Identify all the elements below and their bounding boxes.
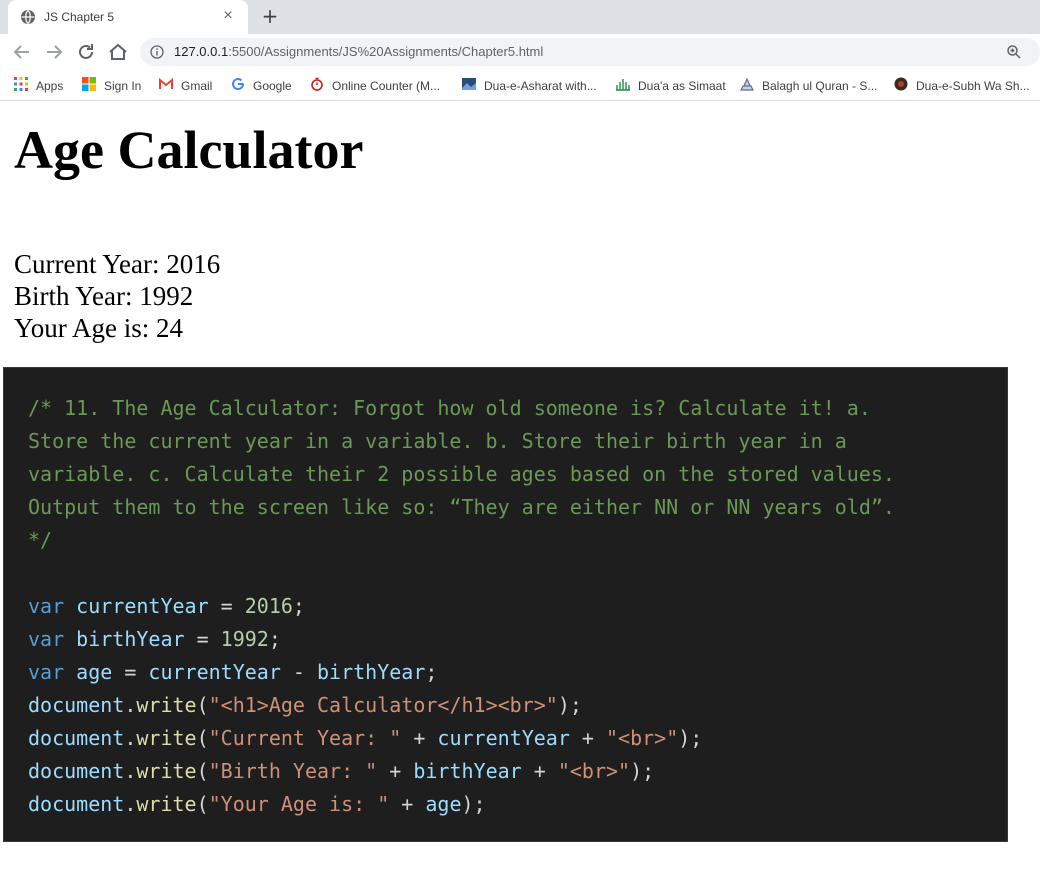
- page-title: Age Calculator: [14, 120, 364, 180]
- browser-tab[interactable]: JS Chapter 5 ×: [8, 0, 248, 34]
- bookmark-gmail[interactable]: Gmail: [159, 77, 212, 93]
- address-bar[interactable]: 127.0.0.1:5500/Assignments/JS%20Assignme…: [140, 38, 1040, 66]
- bookmark-dua-e-subh[interactable]: Dua-e-Subh Wa Sh...: [894, 77, 1030, 93]
- bookmark-google[interactable]: Google: [231, 77, 292, 93]
- number: 2016: [244, 594, 293, 618]
- keyword: var: [28, 627, 65, 651]
- code-line: document.write("<h1>Age Calculator</h1><…: [28, 693, 582, 717]
- bookmark-sign-in[interactable]: Sign In: [82, 77, 141, 93]
- apps-grid-icon: [14, 77, 28, 91]
- birth-year-line: Birth Year: 1992: [14, 281, 194, 311]
- string-literal: "<h1>Age Calculator</h1><br>": [208, 693, 558, 717]
- close-tab-icon[interactable]: ×: [218, 6, 238, 26]
- identifier: document: [28, 693, 125, 717]
- url-text[interactable]: 127.0.0.1:5500/Assignments/JS%20Assignme…: [174, 44, 543, 59]
- url-path: :5500/Assignments/JS%20Assignments/Chapt…: [228, 44, 544, 59]
- reload-icon[interactable]: [74, 40, 98, 64]
- page-content: Age Calculator Current Year: 2016 Birth …: [0, 101, 1040, 870]
- identifier: birthYear: [76, 627, 185, 651]
- url-host: 127.0.0.1: [174, 44, 229, 59]
- identifier: age: [76, 660, 113, 684]
- code-line: var age = currentYear - birthYear;: [28, 660, 438, 684]
- bookmark-label: Online Counter (M...: [332, 78, 441, 93]
- code-comment-line: Store the current year in a variable. b.…: [28, 429, 847, 453]
- current-year-line: Current Year: 2016: [14, 249, 221, 279]
- bookmark-image-icon: [894, 77, 908, 91]
- identifier: age: [425, 792, 462, 816]
- bookmark-dua-e-asharat[interactable]: Dua-e-Asharat with...: [462, 77, 597, 93]
- code-line: document.write("Your Age is: " + age);: [28, 792, 486, 816]
- string-literal: "<br>": [606, 726, 679, 750]
- bookmark-label: Gmail: [181, 78, 213, 93]
- code-comment-line: variable. c. Calculate their 2 possible …: [28, 462, 895, 486]
- function-name: write: [136, 759, 197, 783]
- bookmark-balagh-ul-quran[interactable]: Balagh ul Quran - S...: [740, 77, 877, 93]
- function-name: write: [136, 726, 197, 750]
- zoom-icon[interactable]: [1006, 44, 1022, 60]
- bookmark-label: Sign In: [104, 78, 142, 93]
- age-line: Your Age is: 24: [14, 313, 184, 343]
- new-tab-button[interactable]: +: [258, 5, 282, 29]
- back-arrow-icon[interactable]: [10, 40, 34, 64]
- home-icon[interactable]: [106, 40, 130, 64]
- keyword: var: [28, 594, 65, 618]
- forward-arrow-icon[interactable]: [42, 40, 66, 64]
- code-line: var birthYear = 1992;: [28, 627, 281, 651]
- identifier: currentYear: [148, 660, 281, 684]
- string-literal: "Current Year: ": [208, 726, 402, 750]
- tab-strip: JS Chapter 5 × +: [0, 0, 1040, 34]
- keyword: var: [28, 660, 65, 684]
- bookmark-label: Dua'a as Simaat: [638, 78, 726, 93]
- function-name: write: [136, 792, 197, 816]
- google-icon: [232, 78, 245, 91]
- globe-icon: [21, 10, 35, 24]
- bookmark-label: Apps: [36, 78, 64, 93]
- identifier: birthYear: [317, 660, 426, 684]
- microsoft-icon: [82, 77, 96, 91]
- identifier: document: [28, 792, 125, 816]
- bookmark-image-icon: [740, 77, 754, 91]
- bookmark-label: Dua-e-Asharat with...: [484, 78, 597, 93]
- tab-title: JS Chapter 5: [44, 10, 115, 24]
- info-icon[interactable]: [150, 45, 164, 59]
- identifier: currentYear: [76, 594, 209, 618]
- gmail-icon: [159, 77, 173, 89]
- identifier: currentYear: [437, 726, 570, 750]
- identifier: birthYear: [413, 759, 522, 783]
- bookmark-apps[interactable]: Apps: [14, 77, 63, 93]
- bookmark-label: Google: [253, 78, 292, 93]
- function-name: write: [136, 693, 197, 717]
- counter-icon: [311, 77, 323, 91]
- bookmark-label: Balagh ul Quran - S...: [762, 78, 878, 93]
- code-line: document.write("Current Year: " + curren…: [28, 726, 703, 750]
- bookmark-online-counter[interactable]: Online Counter (M...: [310, 77, 440, 93]
- code-block: /* 11. The Age Calculator: Forgot how ol…: [28, 392, 895, 821]
- number: 1992: [220, 627, 269, 651]
- code-comment-line: */: [28, 528, 53, 552]
- identifier: document: [28, 726, 125, 750]
- bookmark-image-icon: [616, 79, 630, 91]
- string-literal: "<br>": [557, 759, 631, 783]
- bookmark-duaa-as-simaat[interactable]: Dua'a as Simaat: [616, 77, 726, 93]
- code-snippet: /* 11. The Age Calculator: Forgot how ol…: [3, 367, 1008, 842]
- code-line: var currentYear = 2016;: [28, 594, 305, 618]
- browser-toolbar: 127.0.0.1:5500/Assignments/JS%20Assignme…: [0, 34, 1040, 70]
- bookmark-label: Dua-e-Subh Wa Sh...: [916, 78, 1030, 93]
- bookmarks-bar: Apps Sign In Gmail Google Online Counter…: [0, 70, 1040, 101]
- string-literal: "Your Age is: ": [208, 792, 390, 816]
- code-comment-line: /* 11. The Age Calculator: Forgot how ol…: [28, 396, 871, 420]
- identifier: document: [28, 759, 125, 783]
- string-literal: "Birth Year: ": [208, 759, 378, 783]
- bookmark-image-icon: [462, 78, 476, 90]
- code-line: document.write("Birth Year: " + birthYea…: [28, 759, 655, 783]
- code-comment-line: Output them to the screen like so: “They…: [28, 495, 895, 519]
